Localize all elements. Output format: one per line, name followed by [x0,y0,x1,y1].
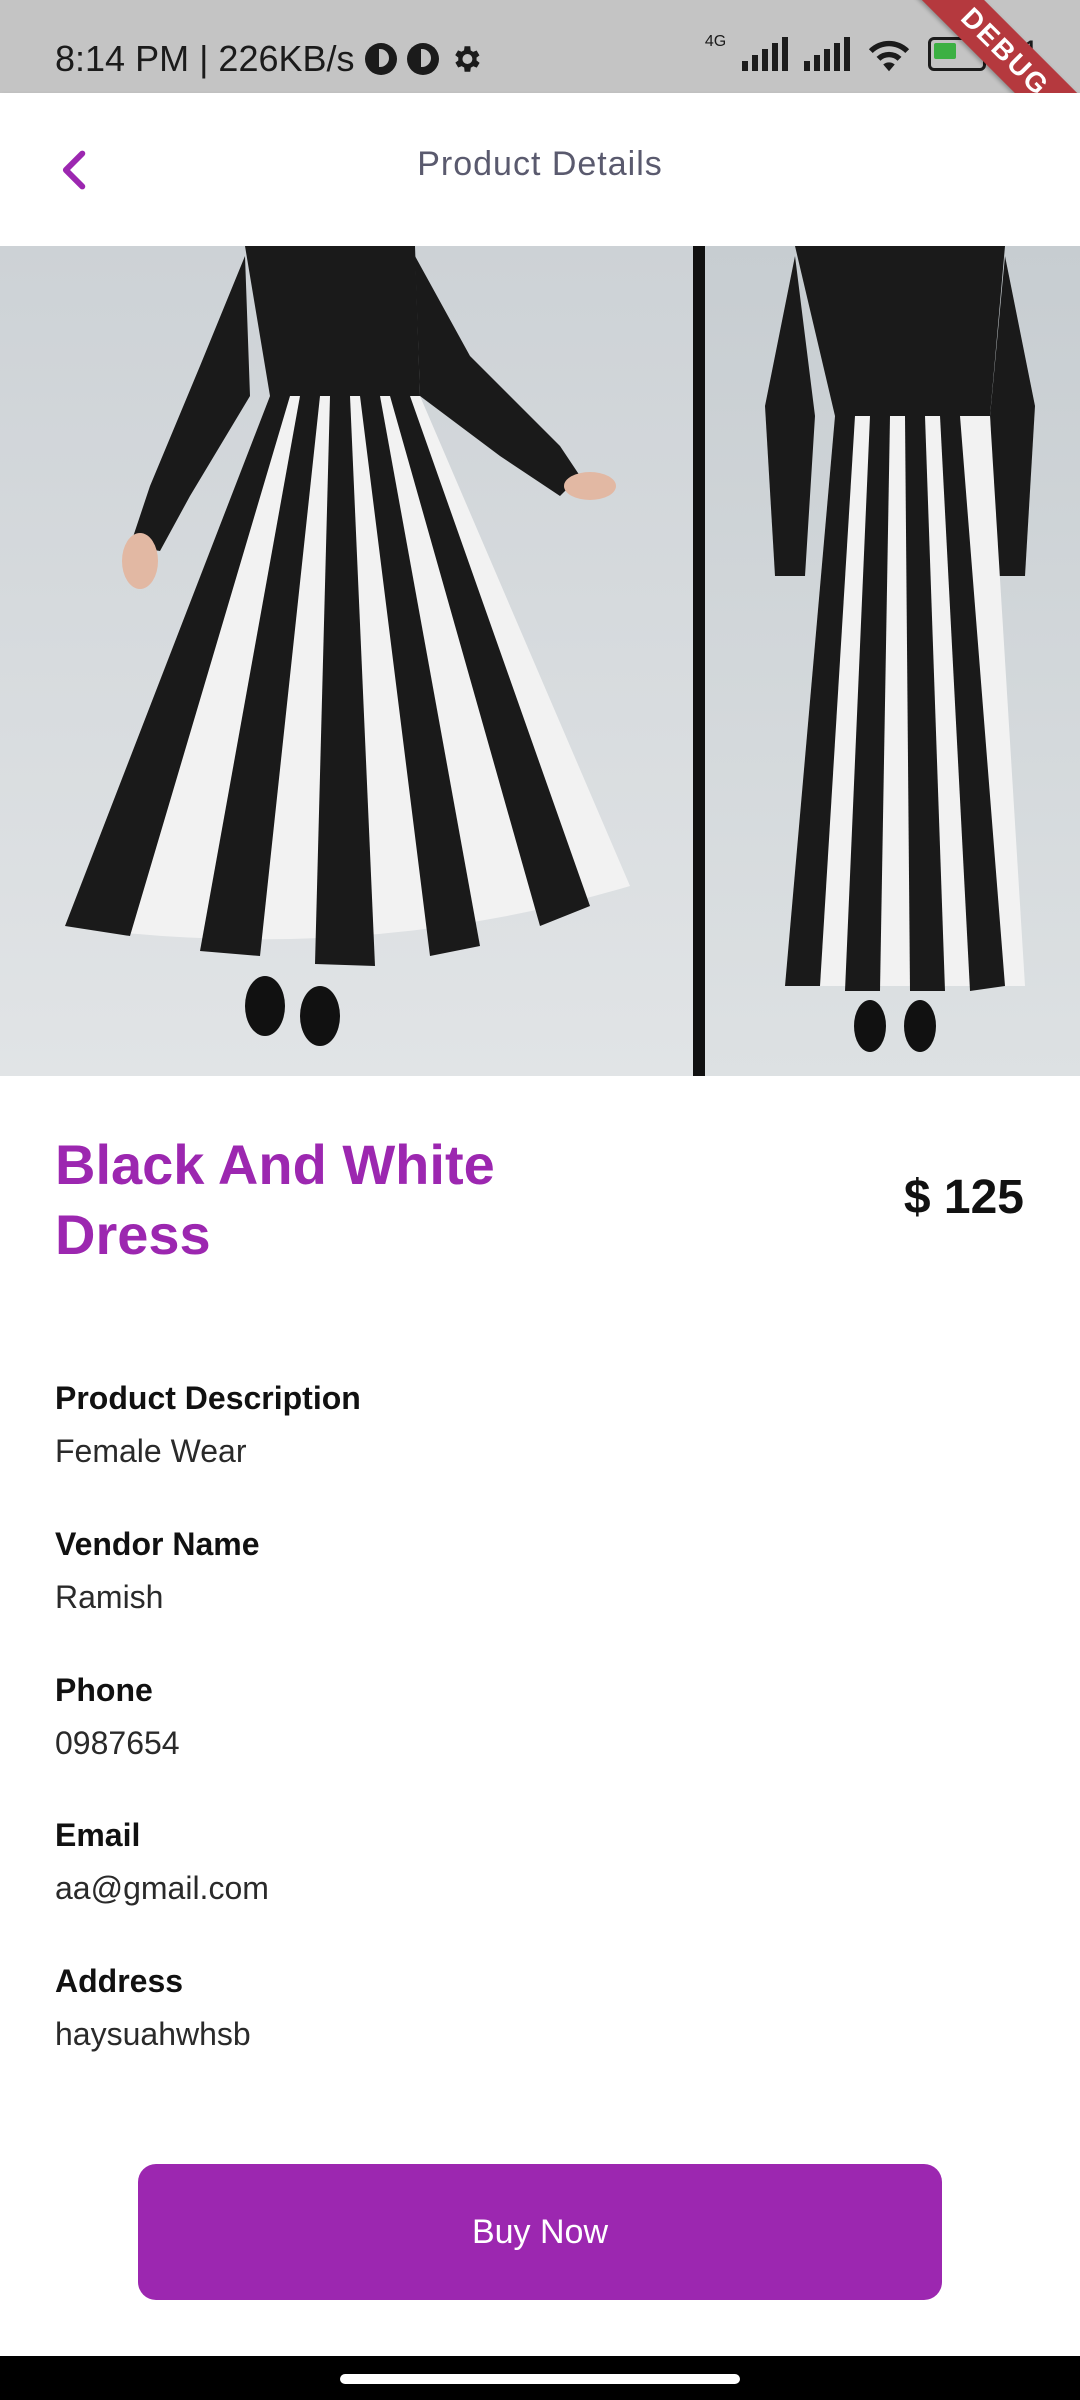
address-section: Address haysuahwhsb [55,1963,251,2053]
description-label: Product Description [55,1380,361,1416]
vendor-value: Ramish [55,1579,164,1615]
phone-value: 0987654 [55,1725,180,1761]
signal-icon [804,36,851,71]
email-section: Email aa@gmail.com [55,1817,269,1907]
product-title: Black And White Dress [55,1133,495,1266]
app-notification-icon [364,43,397,75]
product-image [0,246,1080,1076]
dress-back-illustration [765,246,1035,1052]
description-value: Female Wear [55,1433,247,1469]
gear-icon [454,46,480,72]
app-bar: Product Details [0,93,1080,246]
vendor-label: Vendor Name [55,1526,260,1562]
system-nav-bar [0,2356,1080,2400]
image-divider [693,246,705,1076]
network-type: 4G [704,32,727,50]
email-value: aa@gmail.com [55,1870,269,1906]
page-title: Product Details [417,145,663,183]
description-section: Product Description Female Wear [55,1380,361,1470]
app-notification-icon [406,43,439,75]
address-value: haysuahwhsb [55,2016,251,2052]
signal-icon [742,36,789,71]
email-label: Email [55,1817,141,1853]
vendor-section: Vendor Name Ramish [55,1526,260,1616]
status-bar: 8:14 PM | 226KB/s 4G 51 DEBUG [0,0,1080,171]
product-image-back [705,246,1080,1076]
phone-label: Phone [55,1672,153,1708]
buy-now-button[interactable]: Buy Now [138,2164,942,2300]
dress-front-illustration [65,246,630,1046]
status-left: 8:14 PM | 226KB/s [55,38,483,80]
phone-section: Phone 0987654 [55,1672,180,1762]
status-time-speed: 8:14 PM | 226KB/s [55,38,355,79]
home-indicator[interactable] [340,2374,740,2384]
address-label: Address [55,1963,184,1999]
wifi-icon [869,40,910,71]
product-price: $ 125 [903,1171,1024,1224]
product-image-front [0,246,693,1076]
